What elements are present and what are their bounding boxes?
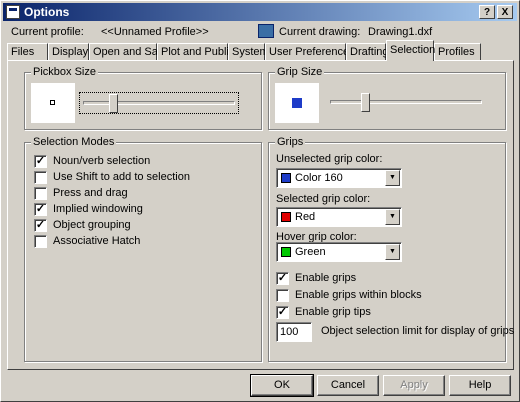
hover-grip-color-value: Green (295, 246, 326, 258)
tab-plot-and-publish[interactable]: Plot and Publish (157, 43, 241, 60)
grips-group: Grips Unselected grip color: Color 160 ▼… (268, 136, 514, 362)
current-drawing-label: Current drawing: (279, 26, 361, 38)
pickbox-slider-thumb[interactable] (109, 94, 118, 113)
checkbox-label: Associative Hatch (53, 235, 141, 247)
current-drawing-value: Drawing1.dxf (368, 26, 433, 38)
help-button[interactable]: Help (449, 375, 511, 396)
grip-size-legend: Grip Size (275, 66, 325, 78)
grip-glyph (292, 98, 302, 108)
selected-color-swatch (281, 212, 291, 222)
checkbox-label: Use Shift to add to selection (53, 171, 190, 183)
tab-files[interactable]: Files (7, 43, 48, 60)
checkbox-label: Press and drag (53, 187, 128, 199)
grip-size-slider[interactable] (327, 92, 487, 114)
pickbox-slider[interactable] (79, 92, 239, 114)
tab-user-preferences[interactable]: User Preferences (265, 43, 355, 60)
tab-system[interactable]: System (228, 43, 269, 60)
checkbox-label: Implied windowing (53, 203, 143, 215)
window-title: Options (24, 5, 70, 19)
apply-button[interactable]: Apply (383, 375, 445, 396)
grip-slider-track (330, 100, 482, 104)
app-icon (6, 5, 20, 19)
unselected-grip-color-select[interactable]: Color 160 ▼ (276, 168, 402, 188)
tab-open-and-save[interactable]: Open and Save (89, 43, 169, 60)
hover-color-swatch (281, 247, 291, 257)
tab-drafting[interactable]: Drafting (346, 43, 389, 60)
pickbox-size-group: Pickbox Size (24, 66, 262, 130)
selected-grip-color-select[interactable]: Red ▼ (276, 207, 402, 227)
ok-button[interactable]: OK (250, 374, 314, 397)
checkbox[interactable] (34, 235, 47, 248)
tab-profiles[interactable]: Profiles (434, 43, 481, 60)
selected-grip-color-label: Selected grip color: (276, 193, 371, 205)
grips-legend: Grips (275, 136, 306, 148)
unselected-grip-color-label: Unselected grip color: (276, 153, 383, 165)
grip-size-group: Grip Size (268, 66, 506, 130)
checkbox[interactable]: ✓ (34, 203, 47, 216)
grip-slider-thumb[interactable] (361, 93, 370, 112)
checkbox[interactable] (276, 289, 289, 302)
checkbox[interactable]: ✓ (276, 306, 289, 319)
pickbox-slider-track (83, 101, 235, 105)
selection-limit-input[interactable]: 100 (276, 322, 312, 342)
selection-limit-label: Object selection limit for display of gr… (321, 325, 515, 337)
pickbox-preview (31, 83, 75, 123)
checkbox[interactable]: ✓ (276, 272, 289, 285)
checkbox-label: Object grouping (53, 219, 131, 231)
current-profile-label: Current profile: (11, 26, 84, 38)
current-profile-value: <<Unnamed Profile>> (101, 26, 209, 38)
checkbox-label: Enable grips within blocks (295, 289, 422, 301)
cancel-button[interactable]: Cancel (317, 375, 379, 396)
hover-grip-color-select[interactable]: Green ▼ (276, 242, 402, 262)
title-bar[interactable]: Options ? X (3, 3, 517, 21)
checkbox-label: Enable grips (295, 272, 357, 284)
tab-selection[interactable]: Selection (386, 40, 435, 61)
pickbox-glyph (50, 100, 55, 105)
chevron-down-icon[interactable]: ▼ (385, 244, 400, 260)
selection-panel: Pickbox Size Grip Size Selection Modes ✓ (7, 60, 514, 370)
unselected-grip-color-value: Color 160 (295, 172, 343, 184)
tab-display[interactable]: Display (48, 43, 89, 60)
pickbox-size-legend: Pickbox Size (31, 66, 98, 78)
grip-preview (275, 83, 319, 123)
checkbox-label: Enable grip tips (295, 306, 371, 318)
selection-modes-legend: Selection Modes (31, 136, 117, 148)
checkbox[interactable]: ✓ (34, 155, 47, 168)
options-dialog: Options ? X Current profile: <<Unnamed P… (0, 0, 520, 402)
checkbox[interactable] (34, 171, 47, 184)
chevron-down-icon[interactable]: ▼ (385, 170, 400, 186)
close-button[interactable]: X (497, 5, 513, 19)
chevron-down-icon[interactable]: ▼ (385, 209, 400, 225)
unselected-color-swatch (281, 173, 291, 183)
checkbox[interactable]: ✓ (34, 219, 47, 232)
checkbox-label: Noun/verb selection (53, 155, 151, 167)
selected-grip-color-value: Red (295, 211, 316, 223)
help-title-button[interactable]: ? (479, 5, 495, 19)
drawing-icon (258, 24, 274, 38)
checkbox[interactable] (34, 187, 47, 200)
selection-modes-group: Selection Modes ✓ Noun/verb selection Use … (24, 136, 262, 362)
